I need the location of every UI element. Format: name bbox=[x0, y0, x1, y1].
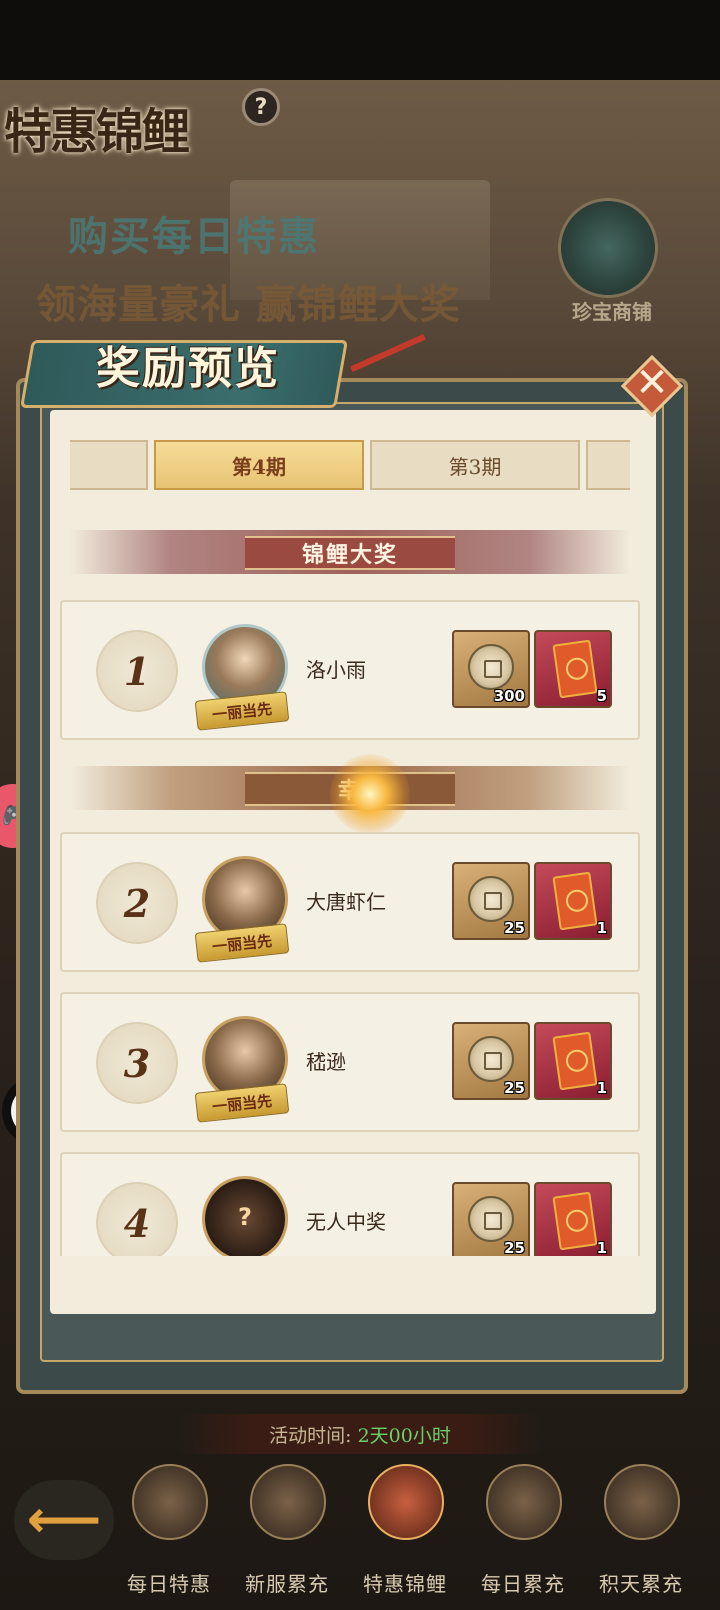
help-icon[interactable]: ? bbox=[242, 88, 280, 126]
treasure-shop-button[interactable]: 珍宝商铺 bbox=[552, 198, 672, 328]
character-icon bbox=[250, 1464, 326, 1540]
red-envelope-reward[interactable]: 5 bbox=[534, 630, 612, 708]
nav-label: 特惠锦鲤 bbox=[363, 1572, 447, 1596]
red-envelope-icon bbox=[552, 1191, 598, 1251]
red-envelope-icon bbox=[552, 639, 598, 699]
activity-time-value: 2天00小时 bbox=[357, 1424, 451, 1447]
glow-effect bbox=[330, 754, 410, 834]
winner-row-3: 3 一丽当先 嵇逊 25 1 bbox=[60, 992, 640, 1132]
nav-label: 每日特惠 bbox=[127, 1572, 211, 1596]
page-title: 特惠锦鲤 bbox=[4, 104, 190, 160]
red-envelope-icon bbox=[552, 1031, 598, 1091]
red-envelope-reward[interactable]: 1 bbox=[534, 1182, 612, 1256]
reward-qty: 300 bbox=[493, 687, 525, 705]
tab-period-4[interactable]: 第4期 bbox=[154, 440, 364, 490]
reward-qty: 1 bbox=[596, 1079, 607, 1097]
promo-line-2: 领海量豪礼 赢锦鲤大奖 bbox=[36, 281, 461, 328]
nav-koi-deal[interactable]: 特惠锦鲤 bbox=[346, 1460, 464, 1600]
activity-time: 活动时间: 2天00小时 bbox=[180, 1414, 540, 1454]
winner-row-4: 4 ? 无人中奖 25 1 bbox=[60, 1152, 640, 1256]
nav-label: 每日累充 bbox=[481, 1572, 565, 1596]
status-bar bbox=[0, 0, 720, 80]
reward-qty: 1 bbox=[596, 919, 607, 937]
red-envelope-reward[interactable]: 1 bbox=[534, 862, 612, 940]
empty-avatar: ? bbox=[202, 1176, 288, 1256]
title-badge: 一丽当先 bbox=[194, 691, 290, 731]
modal-title: 奖励预览 bbox=[96, 343, 280, 394]
rank-number: 3 bbox=[123, 1040, 151, 1086]
promo-line-1: 购买每日特惠 bbox=[68, 213, 320, 260]
pouch-icon bbox=[486, 1464, 562, 1540]
nav-daily-deal[interactable]: 每日特惠 bbox=[110, 1460, 228, 1600]
chest-icon bbox=[604, 1464, 680, 1540]
question-icon: ? bbox=[238, 1203, 252, 1231]
activity-time-label: 活动时间: bbox=[269, 1424, 352, 1447]
back-arrow-icon: ⟵ bbox=[26, 1490, 102, 1550]
coin-icon bbox=[468, 1036, 514, 1082]
reward-qty: 25 bbox=[504, 1239, 525, 1256]
bottom-nav: ⟵ 每日特惠 新服累充 特惠锦鲤 每日累充 积天累充 bbox=[0, 1460, 720, 1610]
tab-period-3[interactable]: 第3期 bbox=[370, 440, 580, 490]
coin-reward[interactable]: 25 bbox=[452, 1022, 530, 1100]
close-icon: ✕ bbox=[635, 360, 669, 406]
winner-row-2: 2 一丽当先 大唐虾仁 25 1 bbox=[60, 832, 640, 972]
reward-qty: 25 bbox=[504, 919, 525, 937]
back-button[interactable]: ⟵ bbox=[14, 1480, 114, 1560]
nav-cumulative-recharge[interactable]: 积天累充 bbox=[582, 1460, 700, 1600]
section-title: 锦鲤大奖 bbox=[245, 536, 455, 570]
winner-name: 洛小雨 bbox=[306, 658, 366, 682]
red-envelope-icon bbox=[552, 871, 598, 931]
coin-reward[interactable]: 25 bbox=[452, 862, 530, 940]
rank-number: 1 bbox=[123, 648, 151, 694]
winner-row-1: 1 一丽当先 洛小雨 300 5 bbox=[60, 600, 640, 740]
reward-qty: 1 bbox=[596, 1239, 607, 1256]
tab-next[interactable] bbox=[586, 440, 630, 490]
row-4-clip: 4 ? 无人中奖 25 1 bbox=[60, 1152, 640, 1256]
rank-number: 4 bbox=[123, 1200, 151, 1246]
nav-label: 积天累充 bbox=[599, 1572, 683, 1596]
rank-number: 2 bbox=[123, 880, 151, 926]
coin-icon bbox=[468, 644, 514, 690]
nav-label: 新服累充 bbox=[245, 1572, 329, 1596]
reward-qty: 5 bbox=[596, 687, 607, 705]
winner-name: 嵇逊 bbox=[306, 1050, 346, 1074]
winner-name: 大唐虾仁 bbox=[306, 890, 386, 914]
red-envelope-reward[interactable]: 1 bbox=[534, 1022, 612, 1100]
reward-qty: 25 bbox=[504, 1079, 525, 1097]
section-grand-prize: 锦鲤大奖 bbox=[70, 530, 630, 574]
coin-reward[interactable]: 25 bbox=[452, 1182, 530, 1256]
koi-icon bbox=[368, 1464, 444, 1540]
pagoda-icon bbox=[558, 198, 658, 298]
title-badge: 一丽当先 bbox=[194, 1083, 290, 1123]
close-button[interactable]: ✕ bbox=[620, 354, 684, 418]
shop-label: 珍宝商铺 bbox=[572, 300, 652, 324]
nav-new-server-recharge[interactable]: 新服累充 bbox=[228, 1460, 346, 1600]
tab-previous[interactable] bbox=[70, 440, 148, 490]
nav-daily-recharge[interactable]: 每日累充 bbox=[464, 1460, 582, 1600]
coin-icon bbox=[468, 1196, 514, 1242]
gift-icon bbox=[132, 1464, 208, 1540]
winner-name: 无人中奖 bbox=[306, 1210, 386, 1234]
coin-icon bbox=[468, 876, 514, 922]
period-tabs: 第4期 第3期 bbox=[70, 440, 630, 490]
title-badge: 一丽当先 bbox=[194, 923, 290, 963]
coin-reward[interactable]: 300 bbox=[452, 630, 530, 708]
